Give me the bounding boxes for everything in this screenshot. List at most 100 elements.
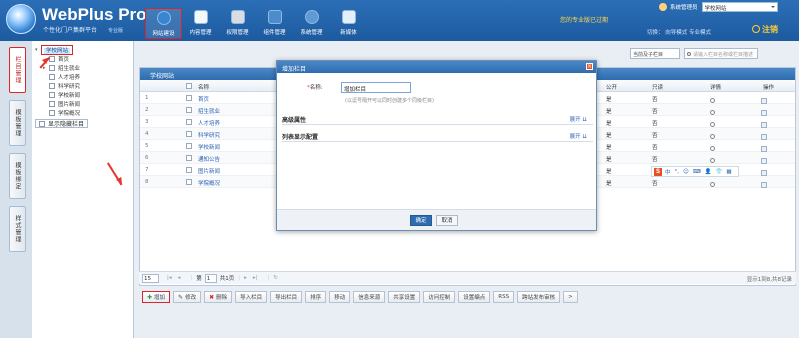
- action-button-3[interactable]: 导入栏目: [235, 291, 268, 303]
- scope-select[interactable]: 当前及子栏目: [630, 48, 680, 59]
- row-name-link[interactable]: 首页: [198, 95, 209, 103]
- row-name-link[interactable]: 科学研究: [198, 131, 220, 139]
- admin-label[interactable]: 系统管理员: [670, 3, 698, 11]
- ok-button[interactable]: 确定: [410, 215, 432, 226]
- next-page-icon[interactable]: ▸: [244, 275, 247, 281]
- action-button-10[interactable]: 设置编点: [458, 291, 491, 303]
- row-name-link[interactable]: 人才培养: [198, 119, 220, 127]
- expand-link[interactable]: 展开 ⇊: [570, 115, 587, 123]
- row-name-link[interactable]: 学校新闻: [198, 143, 220, 151]
- row-checkbox[interactable]: [186, 167, 192, 173]
- select-all-checkbox[interactable]: [186, 83, 192, 89]
- tree-item[interactable]: 学校新闻: [35, 90, 130, 99]
- page-size-select[interactable]: 15: [142, 273, 159, 283]
- action-button-4[interactable]: 导出栏目: [270, 291, 303, 303]
- nav-content-manage[interactable]: 内容管理: [182, 8, 219, 39]
- ime-toolbox-icon[interactable]: ▦: [726, 169, 731, 175]
- checkbox[interactable]: [49, 100, 55, 107]
- tab-template-manage[interactable]: 模板管理: [9, 100, 26, 146]
- mode-switch[interactable]: 切换： 向导模式 专业模式: [647, 28, 711, 36]
- logo-title: WebPlus Pro: [42, 5, 147, 24]
- close-icon[interactable]: ×: [586, 63, 593, 70]
- ime-toolbar[interactable]: S 中 °, ☺ ⌨ 👤 👕 ▦: [651, 166, 739, 177]
- row-name-link[interactable]: 图片新闻: [198, 167, 220, 175]
- action-button-2[interactable]: ✖ 删除: [204, 291, 233, 303]
- row-public: 是: [606, 121, 612, 127]
- col-name[interactable]: 名称: [198, 83, 209, 91]
- ime-emoji-icon[interactable]: ☺: [683, 169, 689, 175]
- action-button-5[interactable]: 排序: [305, 291, 327, 303]
- row-name-link[interactable]: 通知公告: [198, 155, 220, 163]
- search-icon: [710, 110, 715, 115]
- ime-skin-icon[interactable]: 👕: [716, 169, 723, 175]
- ime-keyboard-icon[interactable]: ⌨: [693, 169, 701, 175]
- action-button-6[interactable]: 移动: [329, 291, 351, 303]
- tree-item[interactable]: ▸ 招生就业: [35, 63, 130, 72]
- nav-website-build[interactable]: 网站建设: [145, 8, 182, 39]
- row-name-link[interactable]: 学院概况: [198, 179, 220, 187]
- ime-user-icon[interactable]: 👤: [705, 169, 712, 175]
- nav-component-manage[interactable]: 组件管理: [256, 8, 293, 39]
- checkbox[interactable]: [49, 73, 55, 80]
- last-page-icon[interactable]: ▸|: [253, 275, 258, 281]
- col-public[interactable]: 公开: [606, 83, 617, 91]
- refresh-icon[interactable]: ↻: [273, 275, 278, 281]
- search-icon: [710, 98, 715, 103]
- action-button-8[interactable]: 共享设置: [388, 291, 421, 303]
- name-label: *名称:: [307, 85, 323, 91]
- action-button-1[interactable]: ✎ 修改: [173, 291, 202, 303]
- first-page-icon[interactable]: |◂: [167, 275, 172, 281]
- action-button-0[interactable]: ✚ 增加: [142, 291, 171, 303]
- row-name-link[interactable]: 招生就业: [198, 107, 220, 115]
- tree-item[interactable]: 图片新闻: [35, 99, 130, 108]
- nav-new-media[interactable]: 新媒体: [330, 8, 367, 39]
- cancel-button[interactable]: 取消: [436, 215, 458, 226]
- row-readonly: 否: [652, 121, 658, 127]
- row-checkbox[interactable]: [186, 119, 192, 125]
- col-readonly[interactable]: 只读: [652, 83, 663, 91]
- row-checkbox[interactable]: [186, 179, 192, 185]
- tab-template-bind[interactable]: 模板绑定: [9, 153, 26, 199]
- action-button-9[interactable]: 访问控制: [423, 291, 456, 303]
- tree-item[interactable]: 科学研究: [35, 81, 130, 90]
- tree-item-label: 学院概况: [58, 110, 81, 117]
- checkbox[interactable]: [39, 120, 45, 127]
- row-checkbox[interactable]: [186, 131, 192, 137]
- row-checkbox[interactable]: [186, 143, 192, 149]
- action-button-7[interactable]: 信息来源: [353, 291, 386, 303]
- checkbox[interactable]: [49, 64, 55, 71]
- logout-button[interactable]: 注销: [752, 24, 778, 35]
- action-button-13[interactable]: >: [563, 291, 578, 303]
- nav-permission-manage[interactable]: 权限管理: [219, 8, 256, 39]
- action-button-12[interactable]: 跨站发布审核: [517, 291, 561, 303]
- search-input[interactable]: 请输入栏目名称或栏目描述: [684, 48, 758, 59]
- tab-style-manage[interactable]: 样式管理: [9, 206, 26, 252]
- tree-item[interactable]: 人才培养: [35, 72, 130, 81]
- row-readonly: 否: [652, 109, 658, 115]
- show-hidden-toggle[interactable]: 显示隐藏栏目: [35, 119, 89, 128]
- section-advanced[interactable]: 高级属性 展开 ⇊: [282, 111, 593, 125]
- prev-page-icon[interactable]: ◂: [178, 275, 181, 281]
- checkbox[interactable]: [49, 109, 55, 116]
- tree-root[interactable]: ▾ 学校网站: [35, 44, 130, 55]
- delete-icon: ✖: [209, 293, 215, 301]
- column-name-input[interactable]: 增加栏目: [341, 82, 411, 93]
- action-button-11[interactable]: RSS: [493, 291, 515, 303]
- copy-icon[interactable]: [761, 182, 767, 188]
- row-checkbox[interactable]: [186, 95, 192, 101]
- section-list-display[interactable]: 列表显示配置 展开 ⇊: [282, 128, 593, 142]
- expand-link[interactable]: 展开 ⇊: [570, 132, 587, 140]
- row-number: 2: [145, 107, 149, 113]
- checkbox[interactable]: [49, 91, 55, 98]
- row-checkbox[interactable]: [186, 155, 192, 161]
- nav-system-manage[interactable]: 系统管理: [293, 8, 330, 39]
- ime-lang-icon[interactable]: 中: [665, 168, 671, 176]
- tab-column-manage[interactable]: 栏目管理: [9, 47, 26, 93]
- site-select[interactable]: 学校网站: [701, 2, 778, 12]
- checkbox[interactable]: [49, 82, 55, 89]
- expired-notice[interactable]: 您的专业版已过期: [560, 15, 608, 24]
- row-checkbox[interactable]: [186, 107, 192, 113]
- page-input[interactable]: 1: [204, 273, 217, 283]
- tree-item[interactable]: 学院概况: [35, 108, 130, 117]
- ime-punct-icon[interactable]: °,: [675, 169, 680, 175]
